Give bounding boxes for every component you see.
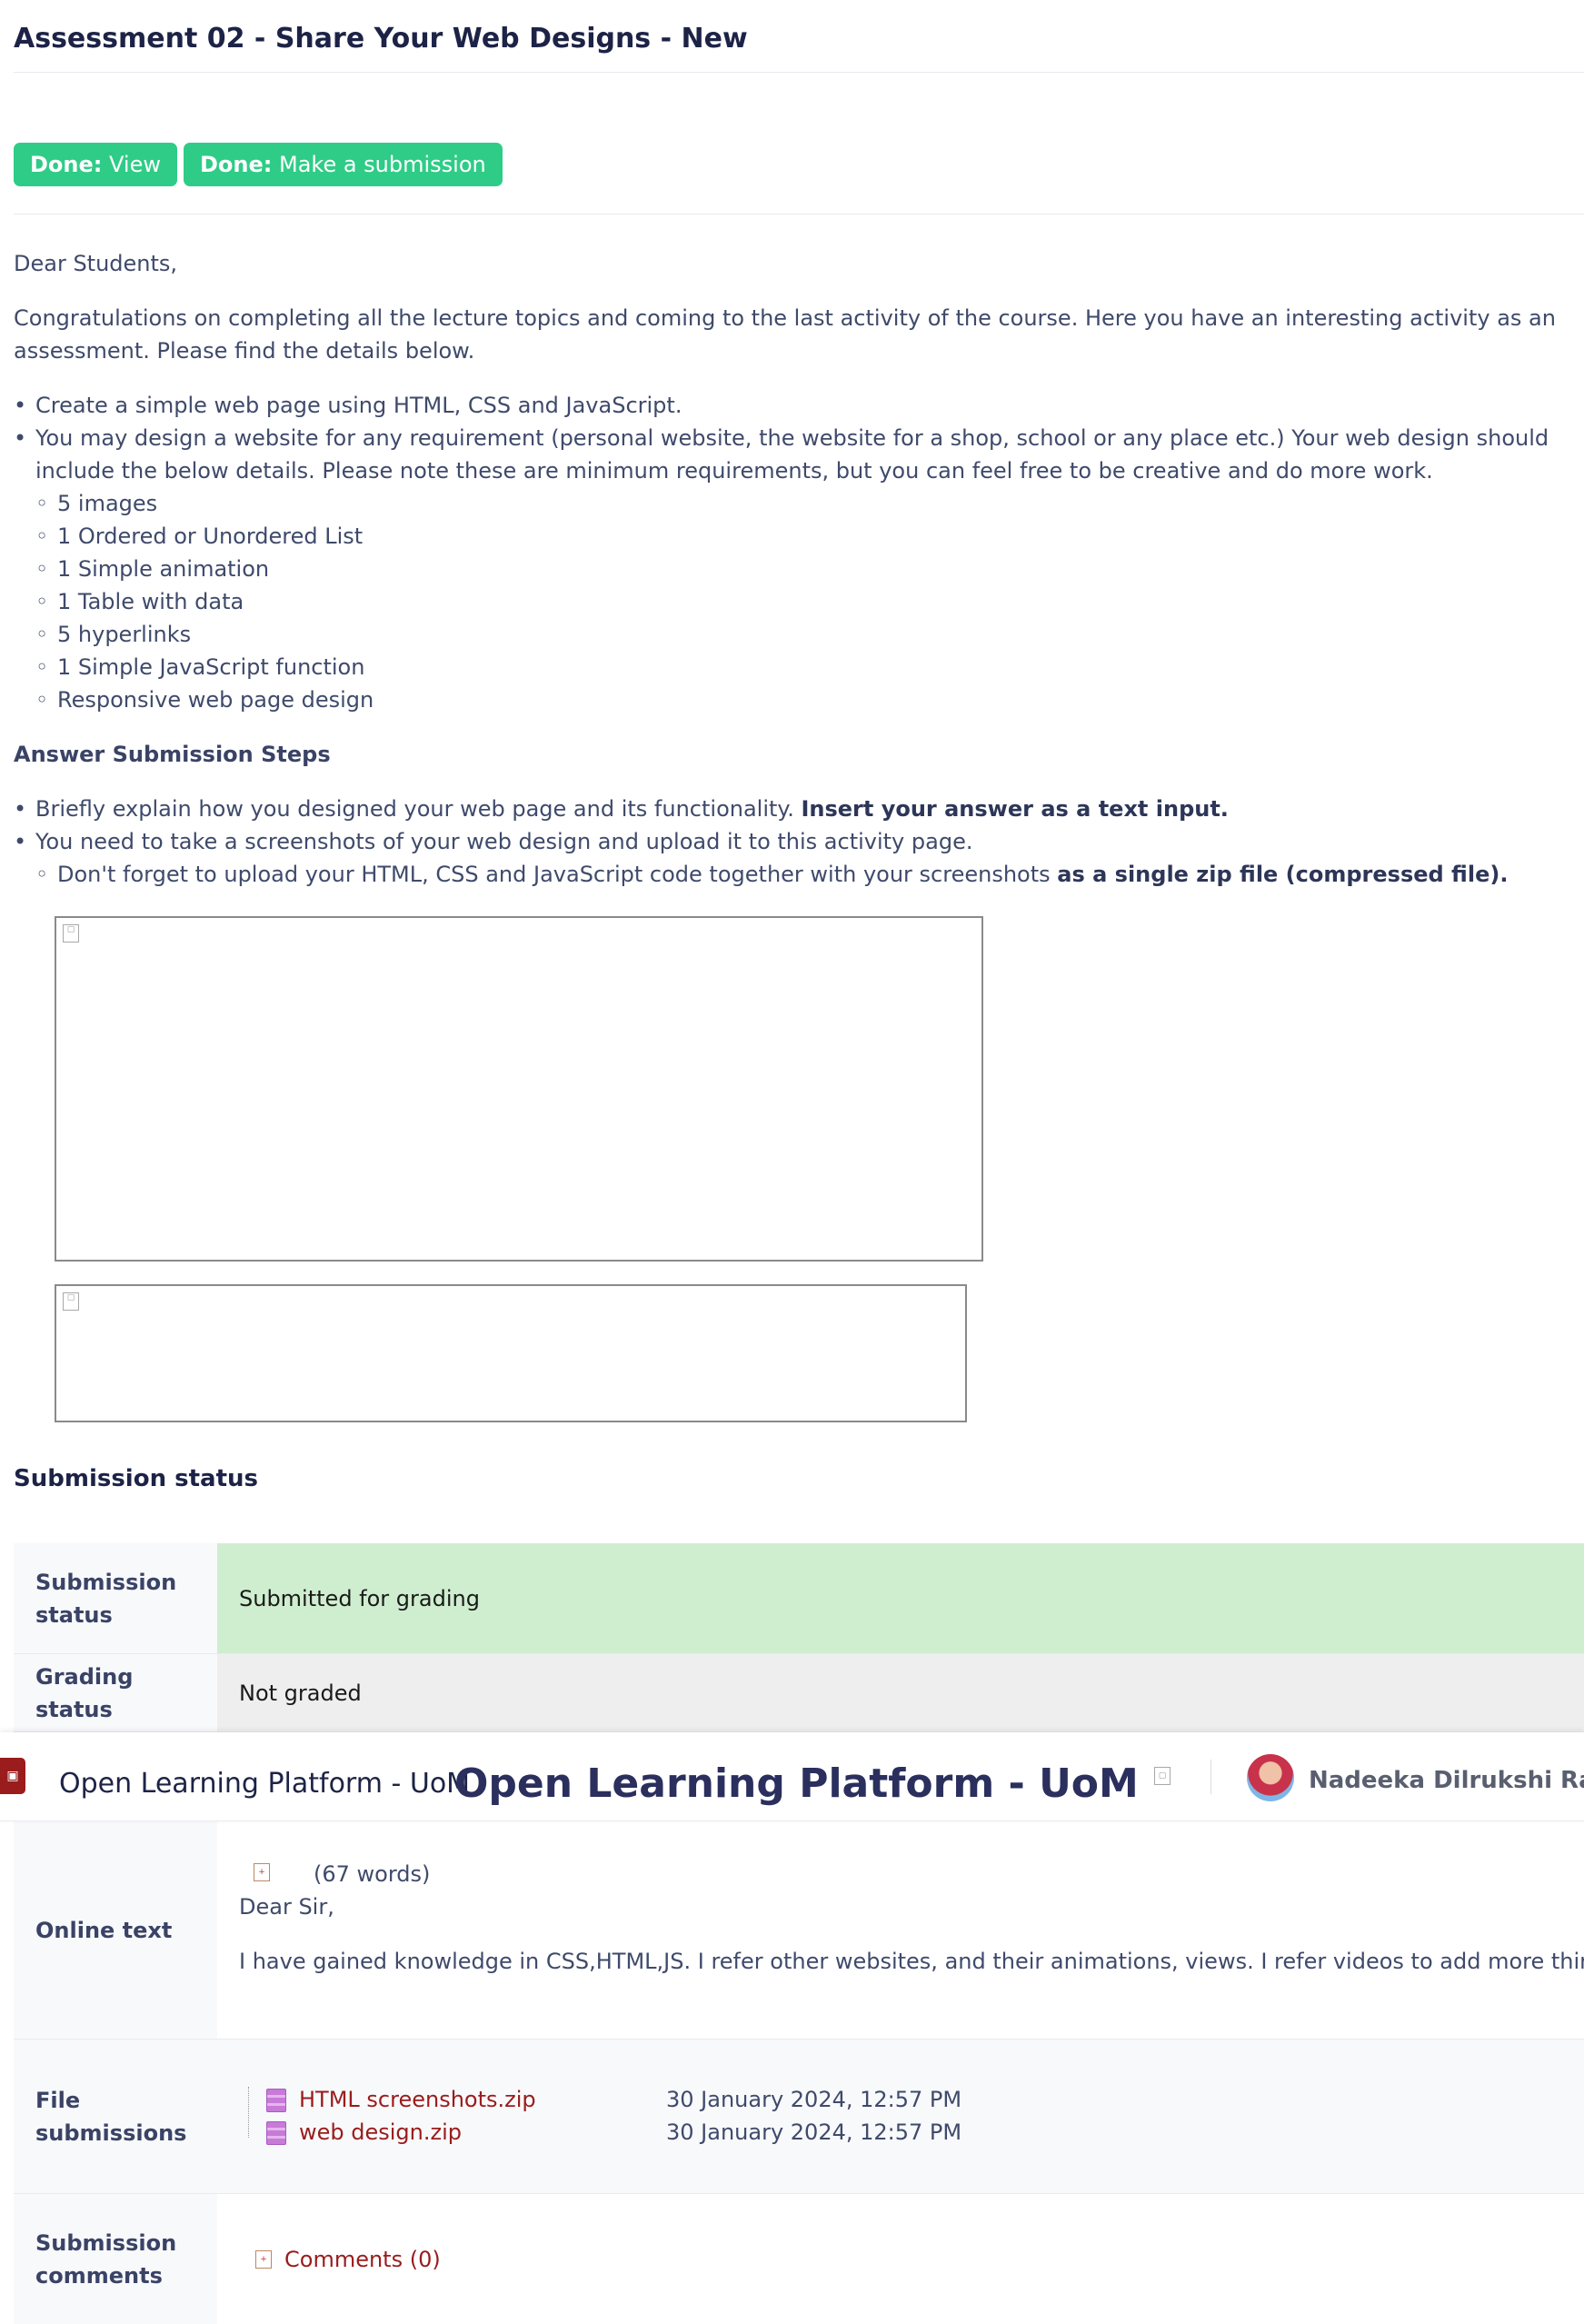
row-label: Online text bbox=[14, 1821, 217, 2039]
completion-info: Done: View Done: Make a submission bbox=[14, 143, 503, 186]
comments-link[interactable]: Comments (0) bbox=[284, 2243, 441, 2276]
completion-badge-submission: Done: Make a submission bbox=[183, 143, 503, 186]
page-title: Assessment 02 - Share Your Web Designs -… bbox=[14, 23, 748, 55]
file-date: 30 January 2024, 12:57 PM bbox=[666, 2087, 962, 2112]
file-date: 30 January 2024, 12:57 PM bbox=[666, 2120, 962, 2145]
file-link[interactable]: web design.zip bbox=[299, 2120, 462, 2145]
step-emphasis: Insert your answer as a text input. bbox=[801, 796, 1229, 822]
broken-image-1: ▢ bbox=[55, 916, 983, 1262]
online-text-value: + (67 words) Dear Sir, I have gained kno… bbox=[217, 1821, 1584, 2039]
user-name[interactable]: Nadeeka Dilrukshi Rajapal bbox=[1309, 1763, 1584, 1799]
site-name-link[interactable]: Open Learning Platform - UoM bbox=[59, 1763, 470, 1804]
list-item-text: You may design a website for any require… bbox=[35, 425, 1549, 484]
row-label: Submission status bbox=[14, 1543, 217, 1653]
file-item: web design.zip 30 January 2024, 12:57 PM bbox=[239, 2116, 1562, 2149]
list-item: Responsive web page design bbox=[35, 683, 1577, 716]
table-row: Submission status Submitted for grading bbox=[14, 1543, 1584, 1654]
badge-label: View bbox=[109, 152, 161, 177]
site-name-large[interactable]: Open Learning Platform - UoM bbox=[454, 1754, 1139, 1814]
list-item: 5 images bbox=[35, 487, 1577, 520]
list-item: Create a simple web page using HTML, CSS… bbox=[14, 389, 1577, 422]
online-text-header: + (67 words) bbox=[239, 1858, 1562, 1890]
file-item: HTML screenshots.zip 30 January 2024, 12… bbox=[239, 2083, 1562, 2116]
notification-icon[interactable]: ▢ bbox=[1154, 1767, 1171, 1785]
broken-image-2: ▢ bbox=[55, 1284, 967, 1422]
grading-status-value: Not graded bbox=[217, 1654, 1584, 1731]
table-row: Online text + (67 words) Dear Sir, I hav… bbox=[14, 1821, 1584, 2040]
list-item: 5 hyperlinks bbox=[35, 618, 1577, 651]
greeting: Dear Students, bbox=[14, 251, 178, 276]
submission-comments-value: + Comments (0) bbox=[217, 2194, 1584, 2324]
step-text: You need to take a screenshots of your w… bbox=[35, 829, 973, 854]
badge-prefix: Done: bbox=[30, 152, 103, 177]
table-row: Grading status Not graded bbox=[14, 1654, 1584, 1732]
expand-icon[interactable]: + bbox=[254, 1863, 270, 1881]
step-text: Don't forget to upload your HTML, CSS an… bbox=[57, 862, 1058, 887]
list-item: Don't forget to upload your HTML, CSS an… bbox=[35, 858, 1577, 891]
step-emphasis: as a single zip file (compressed file). bbox=[1057, 862, 1509, 887]
broken-image-icon: ▢ bbox=[63, 1292, 79, 1311]
divider bbox=[1210, 1760, 1211, 1794]
instructions-list: Create a simple web page using HTML, CSS… bbox=[14, 389, 1577, 716]
row-label: Grading status bbox=[14, 1654, 217, 1731]
intro-paragraph: Congratulations on completing all the le… bbox=[14, 305, 1556, 364]
list-item: You may design a website for any require… bbox=[14, 422, 1577, 716]
list-item: 1 Table with data bbox=[35, 585, 1577, 618]
badge-label: Make a submission bbox=[278, 152, 486, 177]
expand-icon[interactable]: + bbox=[255, 2249, 272, 2269]
list-item: 1 Simple JavaScript function bbox=[35, 651, 1577, 683]
top-navbar: ▣ Open Learning Platform - UoM Open Lear… bbox=[0, 1732, 1584, 1821]
sub-steps-list: Don't forget to upload your HTML, CSS an… bbox=[35, 858, 1577, 891]
word-count: (67 words) bbox=[314, 1861, 431, 1887]
file-link[interactable]: HTML screenshots.zip bbox=[299, 2087, 536, 2112]
page-header: Assessment 02 - Share Your Web Designs -… bbox=[14, 18, 1584, 73]
zip-file-icon bbox=[266, 2121, 286, 2145]
list-item: You need to take a screenshots of your w… bbox=[14, 825, 1577, 891]
submission-status-value: Submitted for grading bbox=[217, 1543, 1584, 1653]
online-text-excerpt: I have gained knowledge in CSS,HTML,JS. … bbox=[239, 1949, 1584, 1974]
zip-file-icon bbox=[266, 2089, 286, 2112]
submission-status-heading: Submission status bbox=[14, 1465, 259, 1492]
requirements-list: 5 images 1 Ordered or Unordered List 1 S… bbox=[35, 487, 1577, 716]
avatar[interactable] bbox=[1247, 1754, 1294, 1801]
table-row: Submission comments + Comments (0) bbox=[14, 2194, 1584, 2324]
broken-image-icon: ▢ bbox=[63, 924, 79, 943]
row-label: Submission comments bbox=[14, 2194, 217, 2324]
steps-list: Briefly explain how you designed your we… bbox=[14, 793, 1577, 891]
file-submissions-value: HTML screenshots.zip 30 January 2024, 12… bbox=[217, 2040, 1584, 2193]
completion-badge-view: Done: View bbox=[14, 143, 177, 186]
assignment-description: Dear Students, Congratulations on comple… bbox=[14, 247, 1577, 891]
badge-prefix: Done: bbox=[199, 152, 273, 177]
table-row: File submissions HTML screenshots.zip 30… bbox=[14, 2040, 1584, 2194]
row-label: File submissions bbox=[14, 2040, 217, 2193]
list-item: Briefly explain how you designed your we… bbox=[14, 793, 1577, 825]
online-text-greeting: Dear Sir, bbox=[239, 1894, 334, 1920]
list-item: 1 Ordered or Unordered List bbox=[35, 520, 1577, 553]
list-item: 1 Simple animation bbox=[35, 553, 1577, 585]
steps-heading: Answer Submission Steps bbox=[14, 742, 331, 767]
step-text: Briefly explain how you designed your we… bbox=[35, 796, 802, 822]
site-logo-icon[interactable]: ▣ bbox=[0, 1758, 25, 1794]
